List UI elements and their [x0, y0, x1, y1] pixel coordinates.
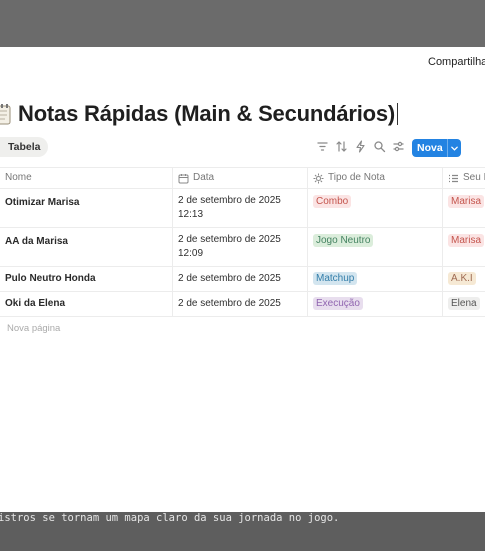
- new-page-row[interactable]: Nova página: [0, 317, 485, 341]
- database-table: Nome Data Tipo de Nota Seu P Otimizar Ma…: [0, 167, 485, 341]
- type-tag-wrap: Matchup: [313, 272, 358, 286]
- database-toolbar: [316, 140, 411, 153]
- character-tag: Marisa: [448, 195, 485, 208]
- row-name[interactable]: Oki da Elena: [5, 297, 65, 311]
- table-row[interactable]: Pulo Neutro Honda 2 de setembro de 2025 …: [0, 267, 485, 292]
- filter-icon[interactable]: [316, 140, 329, 153]
- column-divider: [307, 168, 308, 188]
- character-tag: A.K.I: [448, 272, 476, 285]
- row-name[interactable]: Pulo Neutro Honda: [5, 272, 96, 286]
- notion-page-panel: Compartilhar Notas Rápidas (Main & Secun…: [0, 47, 485, 512]
- select-icon: [313, 173, 324, 183]
- character-tag: Marisa: [448, 234, 485, 247]
- character-tag-wrap: Elena: [448, 297, 480, 311]
- column-header-name[interactable]: Nome: [5, 168, 32, 188]
- row-name[interactable]: AA da Marisa: [5, 235, 68, 249]
- row-date: 2 de setembro de 2025: [178, 195, 281, 206]
- new-button-label: Nova: [417, 142, 443, 154]
- row-date: 2 de setembro de 2025: [178, 298, 281, 309]
- type-tag-wrap: Execução: [313, 297, 363, 311]
- column-divider: [307, 292, 308, 316]
- column-divider: [172, 292, 173, 316]
- type-tag-wrap: Jogo Neutro: [313, 234, 374, 248]
- chevron-down-icon[interactable]: [448, 144, 461, 153]
- automation-icon[interactable]: [354, 140, 367, 153]
- column-divider: [442, 292, 443, 316]
- column-header-date[interactable]: Data: [178, 168, 214, 188]
- sort-icon[interactable]: [335, 140, 348, 153]
- column-divider: [442, 168, 443, 188]
- search-icon[interactable]: [373, 140, 386, 153]
- window-top-band: [0, 0, 485, 47]
- column-header-type[interactable]: Tipo de Nota: [313, 168, 385, 188]
- list-icon: [449, 174, 458, 182]
- character-tag-wrap: Marisa: [448, 234, 485, 248]
- calendar-icon: [178, 173, 189, 183]
- column-divider: [307, 189, 308, 227]
- notepad-icon: [0, 103, 12, 125]
- column-divider: [172, 228, 173, 266]
- view-tab-label: Tabela: [8, 141, 41, 153]
- row-time: 12:09: [178, 248, 204, 259]
- background-terminal-band: istros se tornam um mapa claro da sua jo…: [0, 512, 485, 551]
- column-divider: [307, 228, 308, 266]
- column-divider: [172, 189, 173, 227]
- background-text: istros se tornam um mapa claro da sua jo…: [0, 512, 340, 524]
- column-divider: [172, 168, 173, 188]
- new-button[interactable]: Nova: [412, 139, 461, 157]
- column-divider: [442, 267, 443, 291]
- text-caret: [397, 103, 399, 125]
- type-tag-wrap: Combo: [313, 195, 352, 209]
- column-divider: [442, 228, 443, 266]
- page-title-row: Notas Rápidas (Main & Secundários): [0, 101, 399, 127]
- type-tag: Combo: [313, 195, 352, 208]
- table-header-row: Nome Data Tipo de Nota Seu P: [0, 167, 485, 189]
- settings-icon[interactable]: [392, 140, 405, 153]
- column-header-character[interactable]: Seu P: [448, 168, 485, 188]
- table-row[interactable]: Oki da Elena 2 de setembro de 2025 Execu…: [0, 292, 485, 317]
- character-tag-wrap: A.K.I: [448, 272, 476, 286]
- table-row[interactable]: AA da Marisa 2 de setembro de 2025 12:09…: [0, 228, 485, 267]
- new-page-label[interactable]: Nova página: [7, 323, 60, 334]
- row-date: 2 de setembro de 2025: [178, 234, 281, 245]
- row-time: 12:13: [178, 209, 204, 220]
- row-name[interactable]: Otimizar Marisa: [5, 196, 79, 210]
- table-row[interactable]: Otimizar Marisa 2 de setembro de 2025 12…: [0, 189, 485, 228]
- column-divider: [172, 267, 173, 291]
- column-divider: [442, 189, 443, 227]
- character-tag-wrap: Marisa: [448, 195, 485, 209]
- share-button[interactable]: Compartilhar: [428, 56, 485, 68]
- type-tag: Execução: [313, 297, 363, 310]
- character-tag: Elena: [448, 297, 480, 310]
- type-tag: Jogo Neutro: [313, 234, 374, 247]
- page-title[interactable]: Notas Rápidas (Main & Secundários): [18, 101, 395, 127]
- column-divider: [307, 267, 308, 291]
- view-tab-table[interactable]: Tabela: [0, 137, 49, 157]
- row-date: 2 de setembro de 2025: [178, 273, 281, 284]
- type-tag: Matchup: [313, 272, 358, 285]
